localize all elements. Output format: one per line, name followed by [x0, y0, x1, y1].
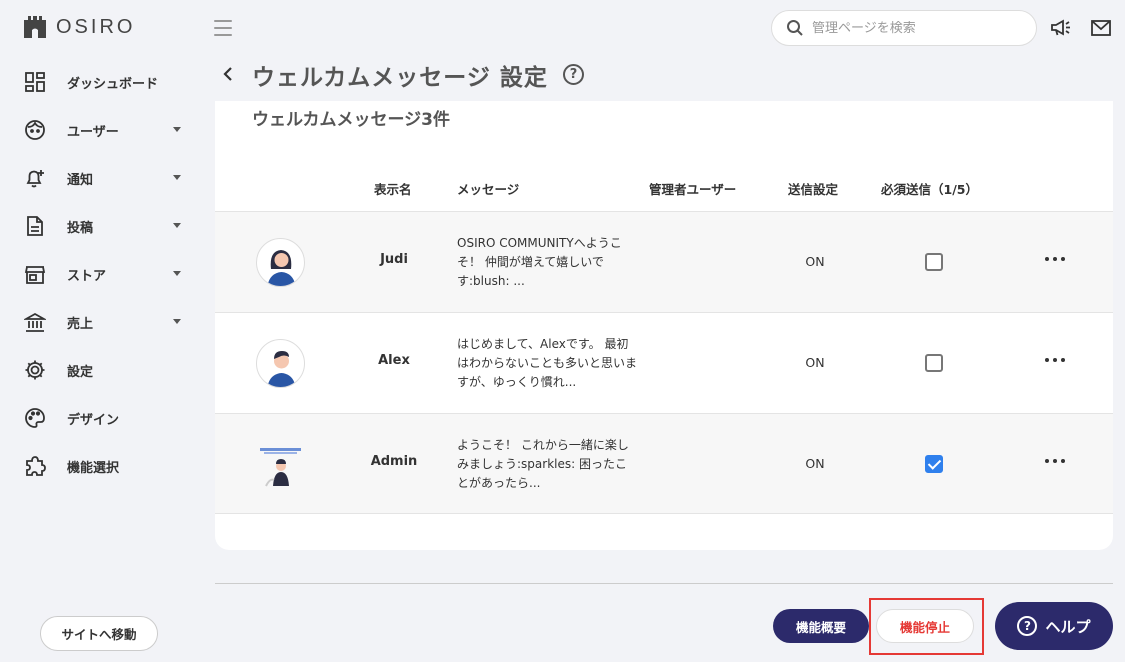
chevron-down-icon — [173, 223, 181, 228]
required-checkbox[interactable] — [925, 455, 943, 473]
sidebar-item-label: 機能選択 — [67, 460, 120, 476]
logo[interactable]: OSIRO — [22, 14, 135, 40]
column-header-send-setting: 送信設定 — [788, 182, 839, 197]
go-to-site-button[interactable]: サイトへ移動 — [40, 616, 158, 651]
required-checkbox[interactable] — [925, 354, 943, 372]
dashboard-icon — [24, 71, 46, 93]
send-setting: ON — [805, 355, 825, 370]
table-row[interactable]: Alex はじめまして、Alexです。 最初はわからないことも多いと思いますが、… — [215, 312, 1113, 413]
avatar — [256, 339, 305, 388]
help-button[interactable]: ? ヘルプ — [995, 602, 1113, 650]
gear-icon — [24, 359, 46, 381]
sidebar-nav: ダッシュボード ユーザー 通知 投稿 ストア 売上 設定 デザイン 機能選択 — [0, 58, 200, 490]
chevron-down-icon — [173, 319, 181, 324]
help-button-label: ヘルプ — [1045, 617, 1091, 636]
sidebar-item-users[interactable]: ユーザー — [0, 106, 200, 154]
logo-text: OSIRO — [56, 15, 136, 38]
sidebar-item-posts[interactable]: 投稿 — [0, 202, 200, 250]
display-name: Admin — [370, 454, 418, 469]
search-box — [771, 10, 1037, 46]
table-row[interactable]: Admin ようこそ！ これから一緒に楽しみましょう:sparkles: 困った… — [215, 413, 1113, 514]
sidebar-item-dashboard[interactable]: ダッシュボード — [0, 58, 200, 106]
puzzle-icon — [24, 455, 46, 477]
column-header-name: 表示名 — [374, 182, 412, 197]
help-question-icon[interactable]: ? — [563, 64, 584, 85]
sidebar-item-notifications[interactable]: 通知 — [0, 154, 200, 202]
castle-logo-icon — [24, 16, 46, 38]
more-options-icon[interactable] — [1045, 459, 1065, 465]
store-icon — [24, 263, 46, 285]
document-icon — [24, 215, 46, 237]
message-preview: はじめまして、Alexです。 最初はわからないことも多いと思いますが、ゆっくり慣… — [457, 337, 638, 389]
messages-card: ウェルカムメッセージ3件 表示名 メッセージ 管理者ユーザー 送信設定 必須送信… — [215, 101, 1113, 550]
page-title: ウェルカムメッセージ 設定 — [252, 65, 548, 91]
chevron-down-icon — [173, 127, 181, 132]
sidebar-item-label: 投稿 — [67, 220, 94, 236]
sidebar-item-store[interactable]: ストア — [0, 250, 200, 298]
send-setting: ON — [805, 456, 825, 471]
more-options-icon[interactable] — [1045, 257, 1065, 263]
bell-plus-icon — [24, 167, 46, 189]
column-header-admin-user: 管理者ユーザー — [649, 182, 737, 197]
chevron-down-icon — [173, 175, 181, 180]
chevron-down-icon — [173, 271, 181, 276]
message-count: ウェルカムメッセージ3件 — [252, 110, 450, 130]
display-name: Alex — [378, 353, 410, 368]
sidebar-item-label: ユーザー — [67, 124, 119, 140]
bank-icon — [24, 311, 46, 333]
sidebar-item-settings[interactable]: 設定 — [0, 346, 200, 394]
message-preview: ようこそ！ これから一緒に楽しみましょう:sparkles: 困ったことがあった… — [457, 438, 629, 490]
sidebar-item-features[interactable]: 機能選択 — [0, 442, 200, 490]
footer-divider — [215, 583, 1113, 584]
mail-icon[interactable] — [1090, 18, 1112, 38]
message-preview: OSIRO COMMUNITYへようこそ！ 仲間が増えて嬉しいです:blush:… — [457, 236, 622, 288]
back-chevron-icon[interactable] — [220, 62, 236, 86]
display-name: Judi — [380, 252, 408, 267]
feature-overview-button[interactable]: 機能概要 — [773, 609, 869, 643]
sidebar-item-label: 売上 — [67, 316, 94, 332]
sidebar-item-label: 設定 — [67, 364, 94, 380]
sidebar-item-label: デザイン — [67, 412, 120, 428]
help-question-icon: ? — [1017, 616, 1038, 636]
sidebar-item-label: 通知 — [67, 172, 94, 188]
required-checkbox[interactable] — [925, 253, 943, 271]
more-options-icon[interactable] — [1045, 358, 1065, 364]
column-header-message: メッセージ — [457, 182, 520, 197]
search-icon — [787, 20, 803, 36]
sidebar-item-label: ストア — [67, 268, 107, 284]
palette-icon — [24, 407, 46, 429]
sidebar-item-label: ダッシュボード — [67, 76, 159, 92]
avatar — [256, 238, 305, 287]
table-row[interactable]: Judi OSIRO COMMUNITYへようこそ！ 仲間が増えて嬉しいです:b… — [215, 211, 1113, 312]
menu-toggle-icon[interactable] — [214, 20, 232, 36]
search-input[interactable] — [812, 20, 1012, 36]
feature-stop-button[interactable]: 機能停止 — [876, 609, 974, 643]
sidebar-item-design[interactable]: デザイン — [0, 394, 200, 442]
column-header-required: 必須送信（1/5） — [881, 182, 978, 197]
sidebar-item-sales[interactable]: 売上 — [0, 298, 200, 346]
avatar — [256, 440, 305, 489]
megaphone-icon[interactable] — [1050, 18, 1072, 38]
sidebar: OSIRO ダッシュボード ユーザー 通知 投稿 ストア 売上 設定 デザイン … — [0, 0, 200, 662]
send-setting: ON — [805, 254, 825, 269]
user-face-icon — [24, 119, 46, 141]
